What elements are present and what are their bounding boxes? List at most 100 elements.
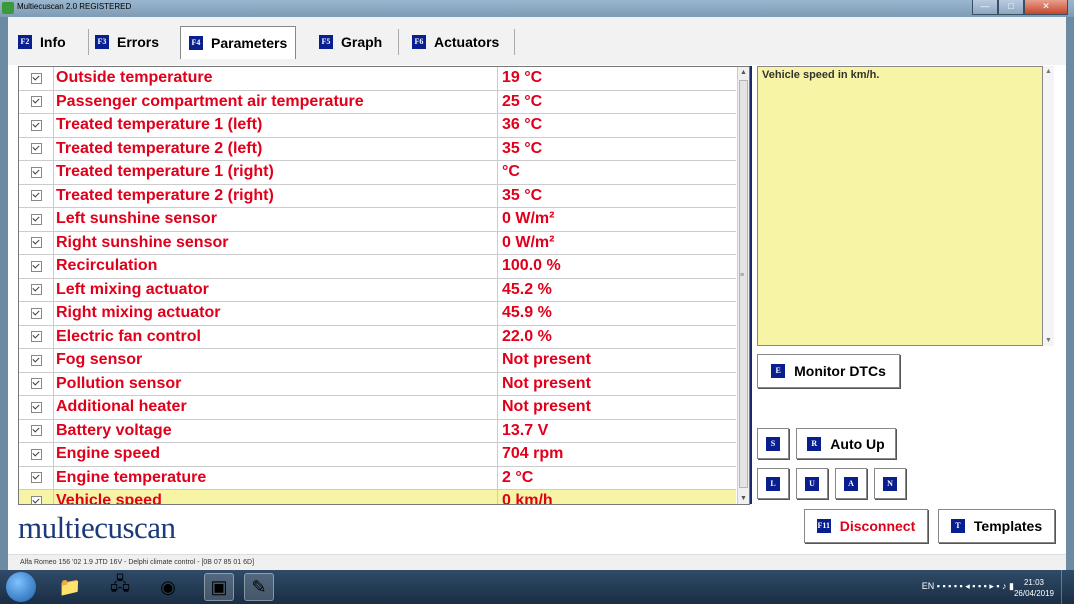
disconnect-button[interactable]: F11 Disconnect [804,509,928,543]
parameter-row[interactable]: Treated temperature 1 (right) °C [19,160,736,185]
checkbox[interactable] [30,284,42,296]
network-app-icon[interactable]: 🖧 [105,573,135,601]
row-checkbox-cell [19,254,54,279]
key-badge: L [766,476,780,491]
checkbox[interactable] [30,495,42,504]
parameter-row[interactable]: Engine speed 704 rpm [19,442,736,467]
parameter-row[interactable]: Electric fan control 22.0 % [19,325,736,349]
close-button[interactable]: ✕ [1024,0,1068,15]
parameter-row[interactable]: Treated temperature 1 (left) 36 °C [19,113,736,138]
checkbox[interactable] [30,448,42,460]
parameters-list[interactable]: Outside temperature 19 °C Passenger compar… [18,66,750,505]
parameter-row[interactable]: Right mixing actuator 45.9 % [19,301,736,326]
checkbox[interactable] [30,143,42,155]
tab-errors[interactable]: F3 Errors [95,27,159,57]
checkbox[interactable] [30,331,42,343]
checkbox[interactable] [30,96,42,108]
clock-date: 26/04/2019 [1013,589,1054,598]
parameter-row[interactable]: Additional heater Not present [19,395,736,420]
parameter-row[interactable]: Treated temperature 2 (right) 35 °C [19,184,736,208]
parameter-row[interactable]: Battery voltage 13.7 V [19,419,736,443]
checkbox[interactable] [30,119,42,131]
auto-up-button[interactable]: R Auto Up [796,428,896,459]
help-scrollbar[interactable]: ▲ ▼ [1043,66,1054,346]
tab-info[interactable]: F2 Info [18,27,66,57]
clock[interactable]: 21:03 26/04/2019 [1014,577,1054,599]
checkbox[interactable] [30,72,42,84]
checkbox[interactable] [30,166,42,178]
a-button[interactable]: A [835,468,867,499]
parameter-name: Engine temperature [53,466,498,490]
parameter-value: 0 W/m² [497,231,736,255]
n-button[interactable]: N [874,468,906,499]
checkbox[interactable] [30,237,42,249]
parameter-value: 100.0 % [497,254,736,279]
row-checkbox-cell [19,419,54,443]
parameter-row[interactable]: Outside temperature 19 °C [19,67,736,91]
checkbox[interactable] [30,425,42,437]
key-badge: F4 [189,36,203,50]
chrome-icon[interactable]: ◉ [153,573,183,601]
scroll-up-icon[interactable]: ▲ [1043,66,1054,77]
parameter-row[interactable]: Pollution sensor Not present [19,372,736,396]
maximize-button[interactable]: □ [998,0,1024,15]
parameter-value: 45.2 % [497,278,736,302]
row-checkbox-cell [19,372,54,396]
parameter-row[interactable]: Passenger compartment air temperature 25 … [19,90,736,114]
parameter-row[interactable]: Vehicle speed 0 km/h [19,489,736,504]
checkbox[interactable] [30,378,42,390]
templates-button[interactable]: T Templates [938,509,1055,543]
monitor-dtcs-button[interactable]: E Monitor DTCs [757,354,900,388]
parameter-value: 36 °C [497,113,736,138]
panel-divider[interactable] [750,66,752,504]
parameter-row[interactable]: Treated temperature 2 (left) 35 °C [19,137,736,161]
scroll-thumb[interactable] [739,80,748,488]
checkbox[interactable] [30,190,42,202]
checkbox[interactable] [30,260,42,272]
key-badge: F6 [412,35,426,49]
scroll-down-icon[interactable]: ▼ [1043,335,1054,346]
tab-label: Actuators [434,34,500,50]
checkbox[interactable] [30,354,42,366]
row-checkbox-cell [19,442,54,467]
parameter-row[interactable]: Engine temperature 2 °C [19,466,736,490]
parameter-row[interactable]: Fog sensor Not present [19,348,736,373]
row-checkbox-cell [19,160,54,185]
tab-graph[interactable]: F5 Graph [319,27,382,57]
u-button[interactable]: U [796,468,828,499]
l-button[interactable]: L [757,468,789,499]
key-badge: F5 [319,35,333,49]
row-checkbox-cell [19,395,54,420]
scroll-up-icon[interactable]: ▲ [738,67,749,78]
parameter-row[interactable]: Right sunshine sensor 0 W/m² [19,231,736,255]
checkbox[interactable] [30,472,42,484]
parameter-name: Treated temperature 1 (right) [53,160,498,185]
tab-parameters[interactable]: F4 Parameters [180,26,297,59]
checkbox[interactable] [30,401,42,413]
tab-actuators[interactable]: F6 Actuators [412,27,499,57]
multiecuscan-taskbar-icon[interactable]: ▣ [204,573,234,601]
s-button[interactable]: S [757,428,789,459]
taskbar: 📁 🖧 ◉ ▣ ✎ EN ▪ ▪ ▪ ▪ ▪ ◂ ▪ ▪ ▪ ▸ ▪ ♪ ▮ 2… [0,570,1074,604]
key-badge: T [950,519,965,533]
parameter-name: Treated temperature 1 (left) [53,113,498,138]
parameter-value: 0 W/m² [497,207,736,232]
parameter-row[interactable]: Left mixing actuator 45.2 % [19,278,736,302]
key-badge: R [807,436,822,451]
scroll-down-icon[interactable]: ▼ [738,493,749,504]
parameters-scrollbar[interactable]: ▲ ≡ ▼ [737,67,749,504]
tab-divider [398,29,399,55]
key-badge: F3 [95,35,109,49]
show-desktop-button[interactable] [1061,570,1074,604]
checkbox[interactable] [30,213,42,225]
parameter-row[interactable]: Recirculation 100.0 % [19,254,736,279]
language-indicator[interactable]: EN [922,581,935,591]
parameter-value: 35 °C [497,184,736,208]
parameter-row[interactable]: Left sunshine sensor 0 W/m² [19,207,736,232]
tool-app-icon[interactable]: ✎ [244,573,274,601]
file-explorer-icon[interactable]: 📁 [55,573,85,601]
start-button[interactable] [6,572,36,602]
minimize-button[interactable]: — [972,0,998,15]
checkbox[interactable] [30,307,42,319]
window-controls: — □ ✕ [972,0,1068,15]
